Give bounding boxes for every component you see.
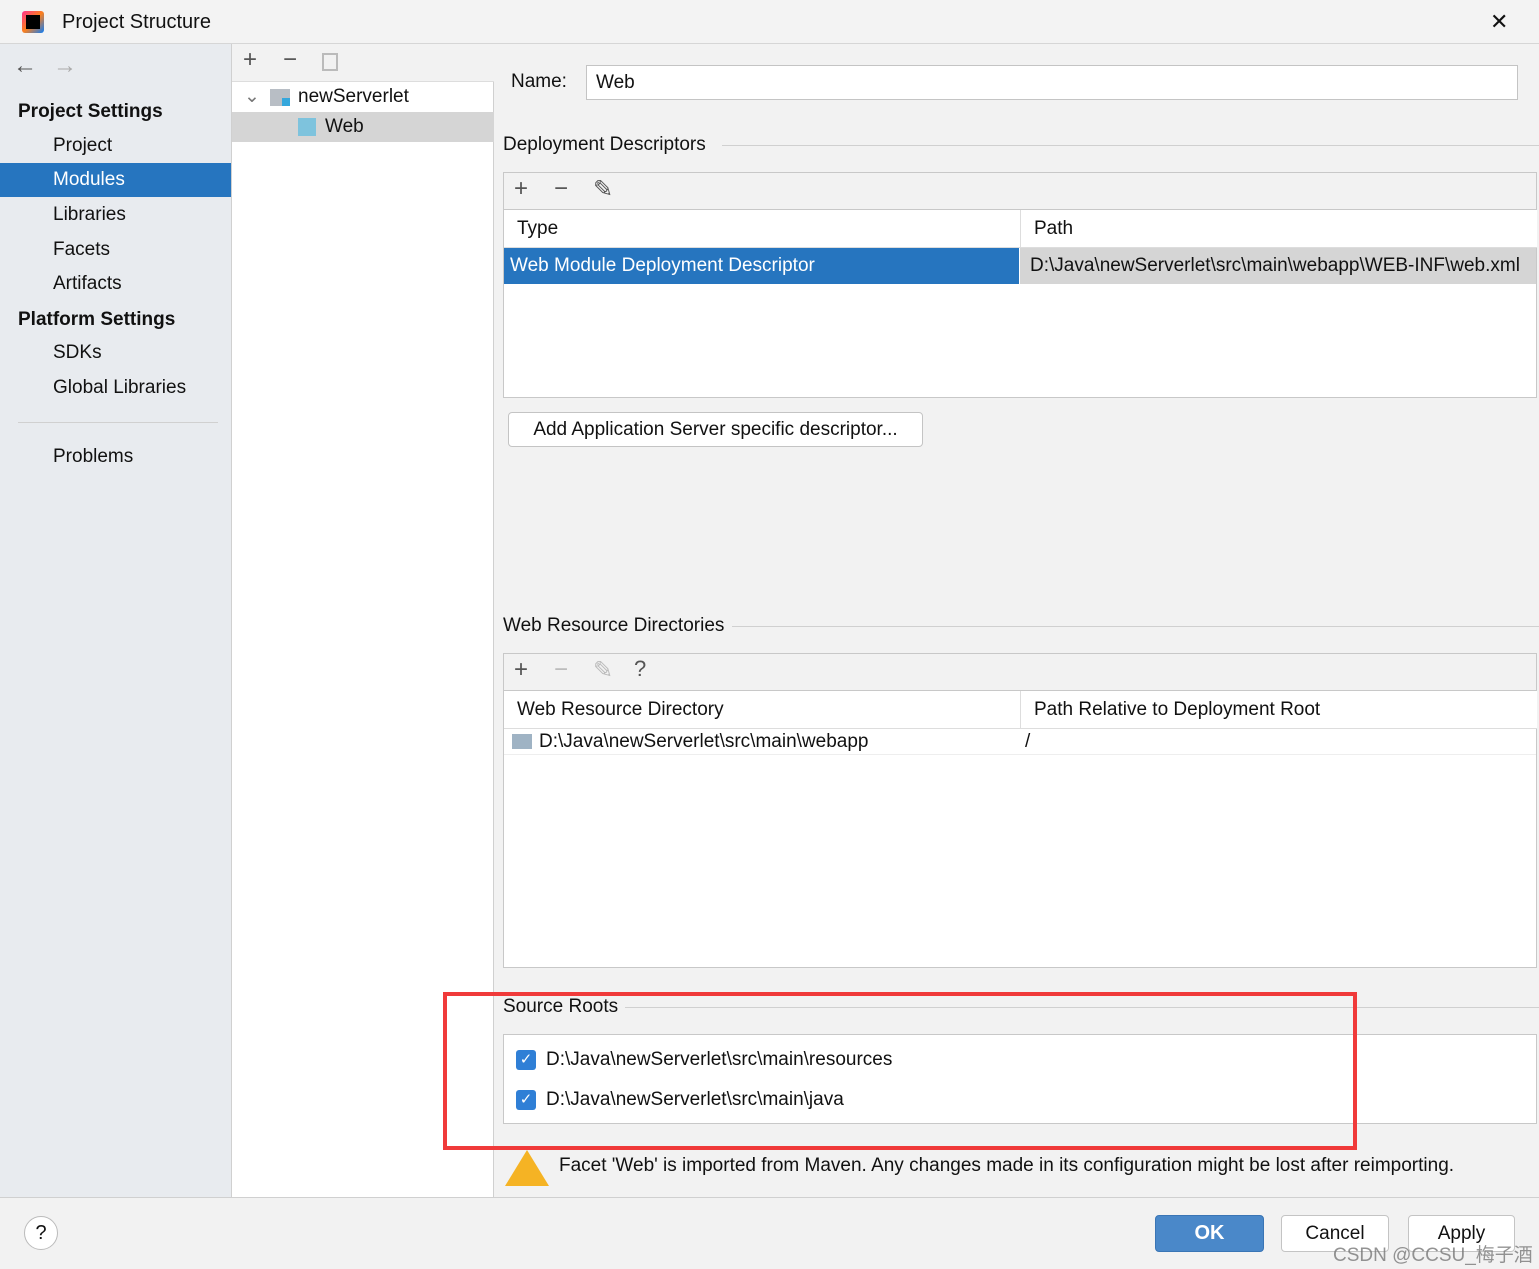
highlight-box: [443, 992, 1357, 1150]
web-facet-icon: [298, 118, 316, 136]
deployment-descriptors-heading: Deployment Descriptors: [503, 134, 706, 155]
name-input[interactable]: Web: [586, 65, 1518, 100]
table-row[interactable]: D:\Java\newServerlet\src\main\webapp /: [504, 729, 1536, 755]
watermark: CSDN @CCSU_梅子酒: [1333, 1245, 1533, 1266]
webres-toolbar: + − ✎ ?: [503, 653, 1537, 690]
cell-directory: D:\Java\newServerlet\src\main\webapp: [539, 731, 869, 752]
close-button[interactable]: ✕: [1490, 9, 1508, 35]
web-resource-directories-heading: Web Resource Directories: [503, 615, 725, 636]
sidebar-item-global-libraries[interactable]: Global Libraries: [0, 371, 231, 405]
warning-message: Facet 'Web' is imported from Maven. Any …: [559, 1155, 1455, 1176]
sidebar: ← → Project Settings Project Modules Lib…: [0, 44, 232, 1197]
cell-type: Web Module Deployment Descriptor: [504, 248, 1019, 284]
divider: [18, 422, 218, 423]
module-folder-icon: [270, 89, 290, 106]
column-header-type[interactable]: Type: [504, 210, 1021, 248]
deployment-table: Type Path Web Module Deployment Descript…: [503, 209, 1537, 398]
chevron-down-icon[interactable]: ⌄: [244, 82, 260, 112]
tree-node-newserverlet[interactable]: ⌄ newServerlet: [232, 82, 494, 112]
name-label: Name:: [511, 71, 567, 92]
tree-node-web[interactable]: Web: [232, 112, 494, 142]
add-icon[interactable]: +: [243, 46, 257, 74]
copy-icon[interactable]: [322, 53, 338, 71]
tree-toolbar: + −: [232, 44, 494, 82]
deployment-toolbar: + − ✎: [503, 172, 1537, 209]
ok-button[interactable]: OK: [1155, 1215, 1264, 1252]
column-header-directory[interactable]: Web Resource Directory: [504, 691, 1021, 729]
add-icon[interactable]: +: [514, 656, 528, 684]
window-title: Project Structure: [62, 11, 211, 33]
edit-icon[interactable]: ✎: [593, 175, 613, 204]
intellij-logo-icon: [22, 11, 44, 33]
sidebar-item-sdks[interactable]: SDKs: [0, 336, 231, 370]
add-server-descriptor-button[interactable]: Add Application Server specific descript…: [508, 412, 923, 447]
cell-relative-path: /: [1025, 731, 1031, 752]
folder-icon: [512, 734, 532, 749]
remove-icon[interactable]: −: [283, 46, 297, 74]
cell-path: D:\Java\newServerlet\src\main\webapp\WEB…: [1020, 248, 1536, 284]
title-bar: Project Structure ✕: [0, 0, 1539, 44]
sidebar-item-project[interactable]: Project: [0, 129, 231, 163]
sidebar-item-libraries[interactable]: Libraries: [0, 198, 231, 232]
webres-table: Web Resource Directory Path Relative to …: [503, 690, 1537, 968]
warning-icon: [505, 1150, 549, 1186]
help-button[interactable]: ?: [24, 1216, 58, 1250]
sidebar-item-artifacts[interactable]: Artifacts: [0, 267, 231, 301]
tree-node-label: Web: [325, 116, 364, 137]
sidebar-item-problems[interactable]: Problems: [0, 440, 231, 474]
column-header-relative-path[interactable]: Path Relative to Deployment Root: [1021, 691, 1537, 729]
sidebar-item-facets[interactable]: Facets: [0, 233, 231, 267]
help-icon[interactable]: ?: [634, 656, 646, 682]
add-icon[interactable]: +: [514, 175, 528, 203]
table-row[interactable]: Web Module Deployment Descriptor D:\Java…: [504, 248, 1536, 284]
forward-icon[interactable]: →: [53, 52, 77, 80]
remove-icon[interactable]: −: [554, 656, 568, 684]
back-icon[interactable]: ←: [13, 52, 37, 80]
project-settings-heading: Project Settings: [18, 101, 163, 122]
platform-settings-heading: Platform Settings: [18, 309, 176, 330]
sidebar-item-modules[interactable]: Modules: [0, 163, 231, 197]
column-header-path[interactable]: Path: [1021, 210, 1537, 248]
remove-icon[interactable]: −: [554, 175, 568, 203]
tree-node-label: newServerlet: [298, 86, 409, 107]
edit-icon[interactable]: ✎: [593, 656, 613, 685]
